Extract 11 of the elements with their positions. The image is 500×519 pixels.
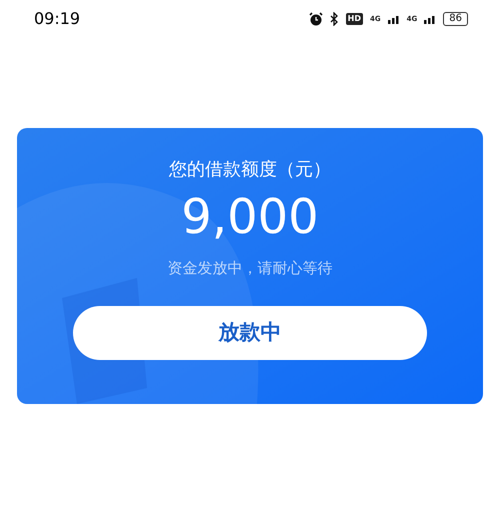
bluetooth-icon [330,12,339,26]
signal-icon [388,14,400,24]
status-time: 09:19 [34,8,80,30]
card-title: 您的借款额度（元） [169,158,331,182]
signal-icon [424,14,436,24]
card-subtitle: 资金发放中，请耐心等待 [168,258,332,279]
alarm-clock-icon [308,12,323,26]
status-button[interactable]: 放款中 [73,306,427,360]
loan-amount: 9,000 [181,193,319,241]
battery-indicator: 86 [443,12,468,26]
hd-badge: HD [346,13,364,25]
